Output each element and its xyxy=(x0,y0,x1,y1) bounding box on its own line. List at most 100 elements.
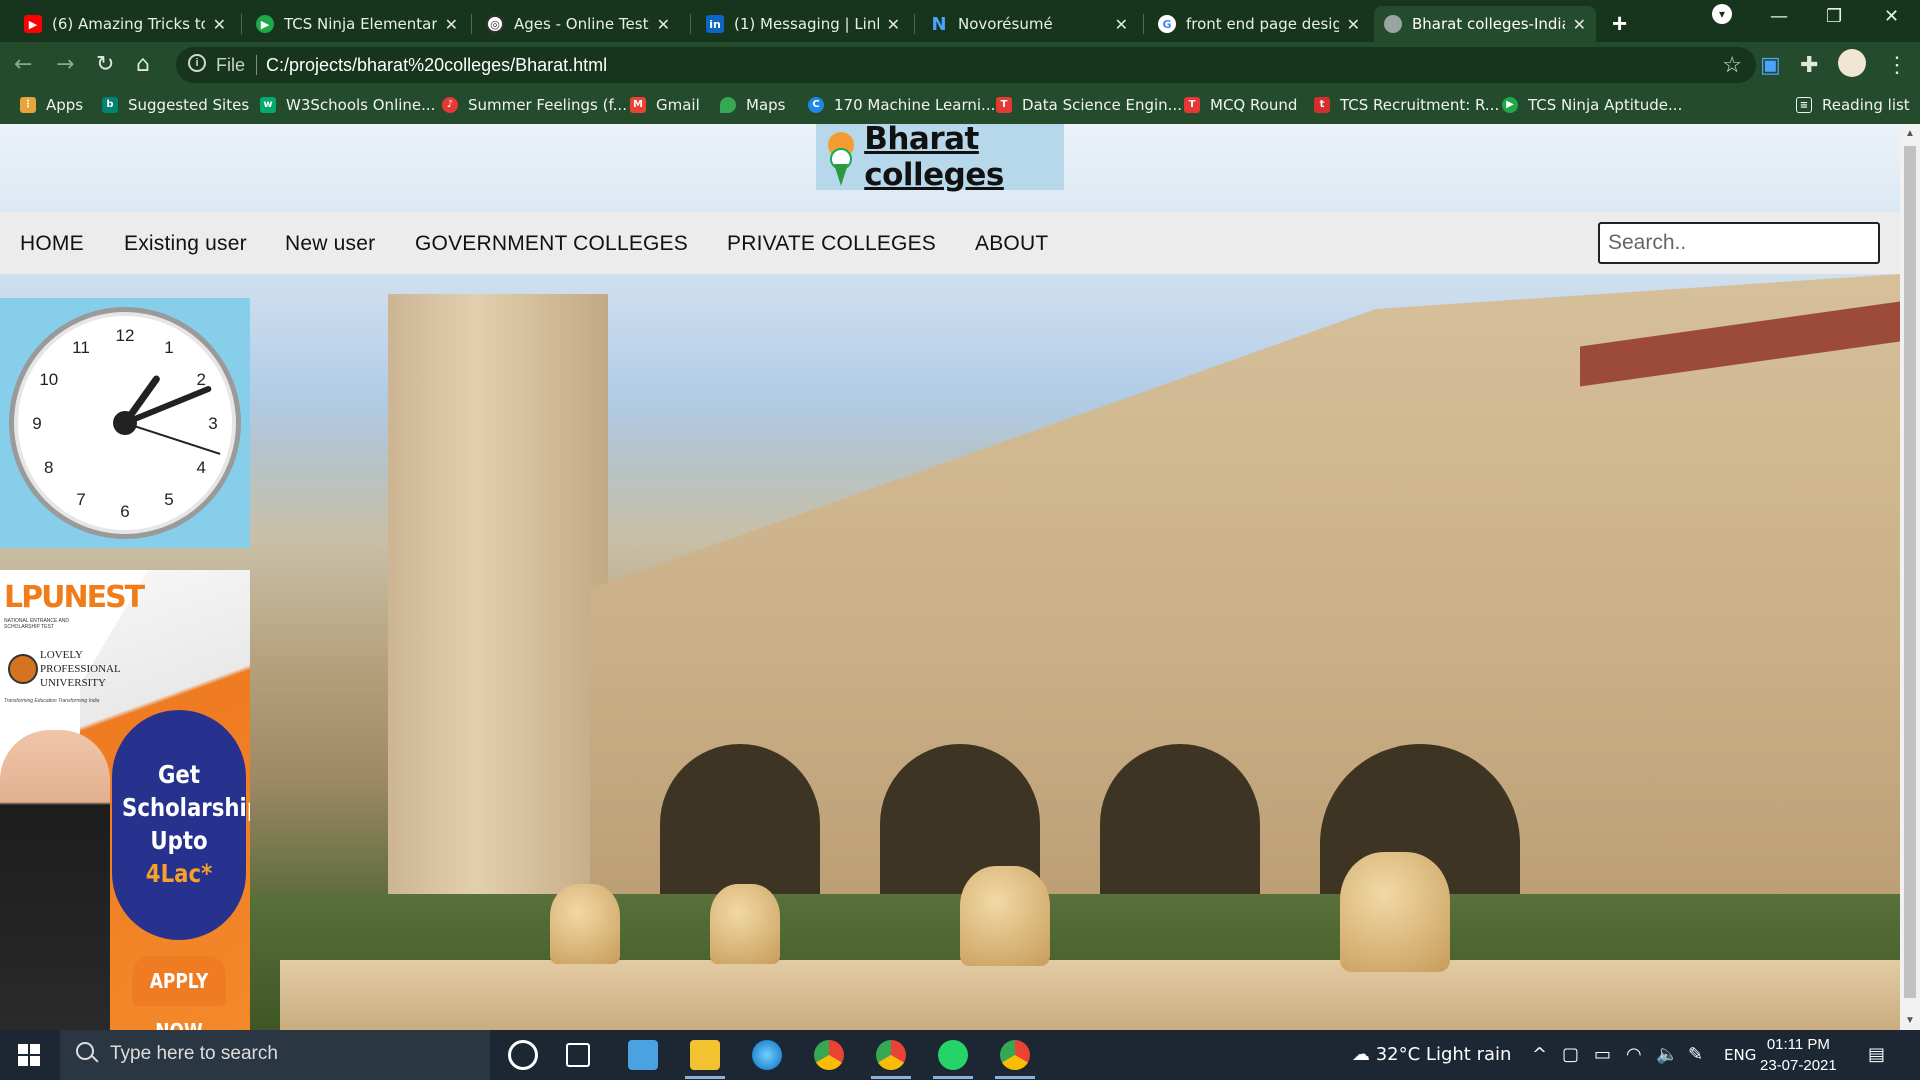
bookmark-item[interactable]: w W3Schools Online... xyxy=(260,96,435,114)
scrollbar-thumb[interactable] xyxy=(1904,146,1916,998)
pen-icon[interactable]: ✎ xyxy=(1688,1044,1703,1065)
window-close-icon[interactable]: ✕ xyxy=(1884,6,1899,27)
bookmark-item[interactable]: C 170 Machine Learni... xyxy=(808,96,995,114)
site-info-icon[interactable]: i xyxy=(188,54,206,72)
extensions-puzzle-icon[interactable]: ✚ xyxy=(1800,52,1818,78)
notifications-icon[interactable]: ▤ xyxy=(1868,1044,1885,1065)
site-search-input[interactable] xyxy=(1598,222,1880,264)
nav-new-user[interactable]: New user xyxy=(285,232,375,256)
bookmark-item[interactable]: ⋮ Apps xyxy=(20,96,83,114)
new-tab-button[interactable]: + xyxy=(1612,8,1627,39)
windows-start-icon[interactable] xyxy=(18,1044,40,1066)
reading-list-icon: ≡ xyxy=(1796,97,1812,113)
close-tab-icon[interactable]: ✕ xyxy=(887,15,900,34)
browser-tab[interactable]: ▶ (6) Amazing Tricks to U ✕ xyxy=(14,6,236,42)
browser-tab-active[interactable]: Bharat colleges-India ✕ xyxy=(1374,6,1596,42)
bookmark-item[interactable]: T MCQ Round xyxy=(1184,96,1297,114)
youtube-icon: ▶ xyxy=(24,15,42,33)
music-icon: ♪ xyxy=(442,97,458,113)
nav-about[interactable]: ABOUT xyxy=(975,232,1048,256)
clock-numeral: 5 xyxy=(164,490,173,509)
task-view-icon[interactable] xyxy=(566,1043,590,1067)
bookmark-item[interactable]: T Data Science Engin... xyxy=(996,96,1182,114)
brand-name: Bharat colleges xyxy=(864,124,1004,193)
browser-tab[interactable]: ◎ Ages - Online Test - Ti ✕ xyxy=(476,6,680,42)
nav-home[interactable]: HOME xyxy=(20,232,84,256)
w3schools-icon: w xyxy=(260,97,276,113)
wifi-icon[interactable]: ◠ xyxy=(1626,1044,1642,1065)
bookmark-item[interactable]: ♪ Summer Feelings (f... xyxy=(442,96,627,114)
close-tab-icon[interactable]: ✕ xyxy=(1115,15,1128,34)
extension-icon[interactable]: ▣ xyxy=(1760,52,1781,78)
clock-numeral: 7 xyxy=(76,490,85,509)
analog-clock: 121234567891011 xyxy=(9,307,241,539)
whatsapp-icon[interactable] xyxy=(938,1040,968,1070)
gmail-icon: M xyxy=(630,97,646,113)
edge-icon[interactable] xyxy=(752,1040,782,1070)
windows-taskbar: Type here to search ☁ 32°C Light rain ^ … xyxy=(0,1030,1920,1080)
close-tab-icon[interactable]: ✕ xyxy=(1573,15,1586,34)
close-tab-icon[interactable]: ✕ xyxy=(445,15,458,34)
site-nav: HOME Existing user New user GOVERNMENT C… xyxy=(0,212,1900,274)
bookmark-item[interactable]: t TCS Recruitment: R... xyxy=(1314,96,1499,114)
tcs-icon: t xyxy=(1314,97,1330,113)
battery-icon[interactable]: ▭ xyxy=(1594,1044,1611,1065)
tab-separator xyxy=(1143,14,1144,34)
volume-icon[interactable]: 🔈 xyxy=(1656,1044,1678,1065)
bookmark-item[interactable]: b Suggested Sites xyxy=(102,96,249,114)
tab-search-icon[interactable]: ▾ xyxy=(1712,4,1732,24)
home-icon[interactable]: ⌂ xyxy=(136,52,150,77)
nav-existing-user[interactable]: Existing user xyxy=(124,232,247,256)
taskbar-search-box[interactable]: Type here to search xyxy=(60,1030,490,1080)
scroll-down-icon[interactable]: ▼ xyxy=(1905,1015,1915,1026)
chrome-icon[interactable] xyxy=(1000,1040,1030,1070)
show-hidden-icons[interactable]: ^ xyxy=(1532,1044,1547,1065)
profile-avatar[interactable] xyxy=(1838,49,1866,77)
minimize-icon[interactable]: — xyxy=(1770,6,1788,27)
linkedin-icon: in xyxy=(706,15,724,33)
ad-offer: Get Scholarships Upto 4Lac* xyxy=(112,710,250,940)
chrome-icon[interactable] xyxy=(814,1040,844,1070)
close-tab-icon[interactable]: ✕ xyxy=(213,15,226,34)
address-url[interactable]: C:/projects/bharat%20colleges/Bharat.htm… xyxy=(266,55,607,76)
nav-government-colleges[interactable]: GOVERNMENT COLLEGES xyxy=(415,232,688,256)
lpu-scholarship-ad[interactable]: LPUNEST NATIONAL ENTRANCE AND SCHOLARSHI… xyxy=(0,570,250,1030)
reload-icon[interactable]: ↻ xyxy=(96,52,114,77)
browser-tab[interactable]: in (1) Messaging | Linkec ✕ xyxy=(696,6,910,42)
cortana-icon[interactable] xyxy=(508,1040,538,1070)
analog-clock-widget: 12 1 2 3 4 5 6 7 8 9 10 11 xyxy=(0,298,250,548)
restore-icon[interactable]: ❐ xyxy=(1826,6,1842,27)
reading-list-button[interactable]: ≡ Reading list xyxy=(1796,96,1910,114)
clock-numeral: 3 xyxy=(208,414,217,433)
address-bar[interactable]: i File C:/projects/bharat%20colleges/Bha… xyxy=(176,47,1756,83)
nav-private-colleges[interactable]: PRIVATE COLLEGES xyxy=(727,232,936,256)
close-tab-icon[interactable]: ✕ xyxy=(1347,15,1360,34)
page-scrollbar[interactable]: ▲ ▼ xyxy=(1900,124,1920,1030)
input-language[interactable]: ENG xyxy=(1724,1046,1756,1064)
file-explorer-icon[interactable] xyxy=(690,1040,720,1070)
clock-numeral: 6 xyxy=(120,502,129,521)
novoresume-icon: N xyxy=(931,13,947,35)
app-icon[interactable] xyxy=(628,1040,658,1070)
ad-tagline: Transforming Education Transforming Indi… xyxy=(4,698,100,704)
address-scheme-label: File xyxy=(216,55,246,75)
taskbar-clock[interactable]: 01:11 PM 23-07-2021 xyxy=(1760,1034,1837,1076)
forward-icon[interactable]: → xyxy=(56,52,74,77)
bookmark-item[interactable]: ▶ TCS Ninja Aptitude... xyxy=(1502,96,1682,114)
weather-widget[interactable]: ☁ 32°C Light rain xyxy=(1352,1044,1511,1065)
browser-menu-icon[interactable]: ⋮ xyxy=(1886,52,1908,78)
browser-tab[interactable]: ▶ TCS Ninja Elementary ✕ xyxy=(246,6,468,42)
browser-tab[interactable]: N Novorésumé ✕ xyxy=(920,6,1138,42)
scroll-up-icon[interactable]: ▲ xyxy=(1905,128,1915,139)
bookmark-item[interactable]: M Gmail xyxy=(630,96,700,114)
close-tab-icon[interactable]: ✕ xyxy=(657,15,670,34)
chrome-profile-icon[interactable] xyxy=(876,1040,906,1070)
back-icon[interactable]: ← xyxy=(14,52,32,77)
site-logo[interactable]: Bharat colleges xyxy=(816,124,1064,193)
bookmark-item[interactable]: Maps xyxy=(720,96,785,114)
bookmark-star-icon[interactable]: ☆ xyxy=(1722,52,1742,78)
ad-brand: LPUNEST xyxy=(4,580,145,615)
browser-tab[interactable]: G front end page design ✕ xyxy=(1148,6,1370,42)
meet-now-icon[interactable]: ▢ xyxy=(1562,1044,1579,1065)
apply-now-button[interactable]: APPLY NOW xyxy=(132,956,226,1030)
